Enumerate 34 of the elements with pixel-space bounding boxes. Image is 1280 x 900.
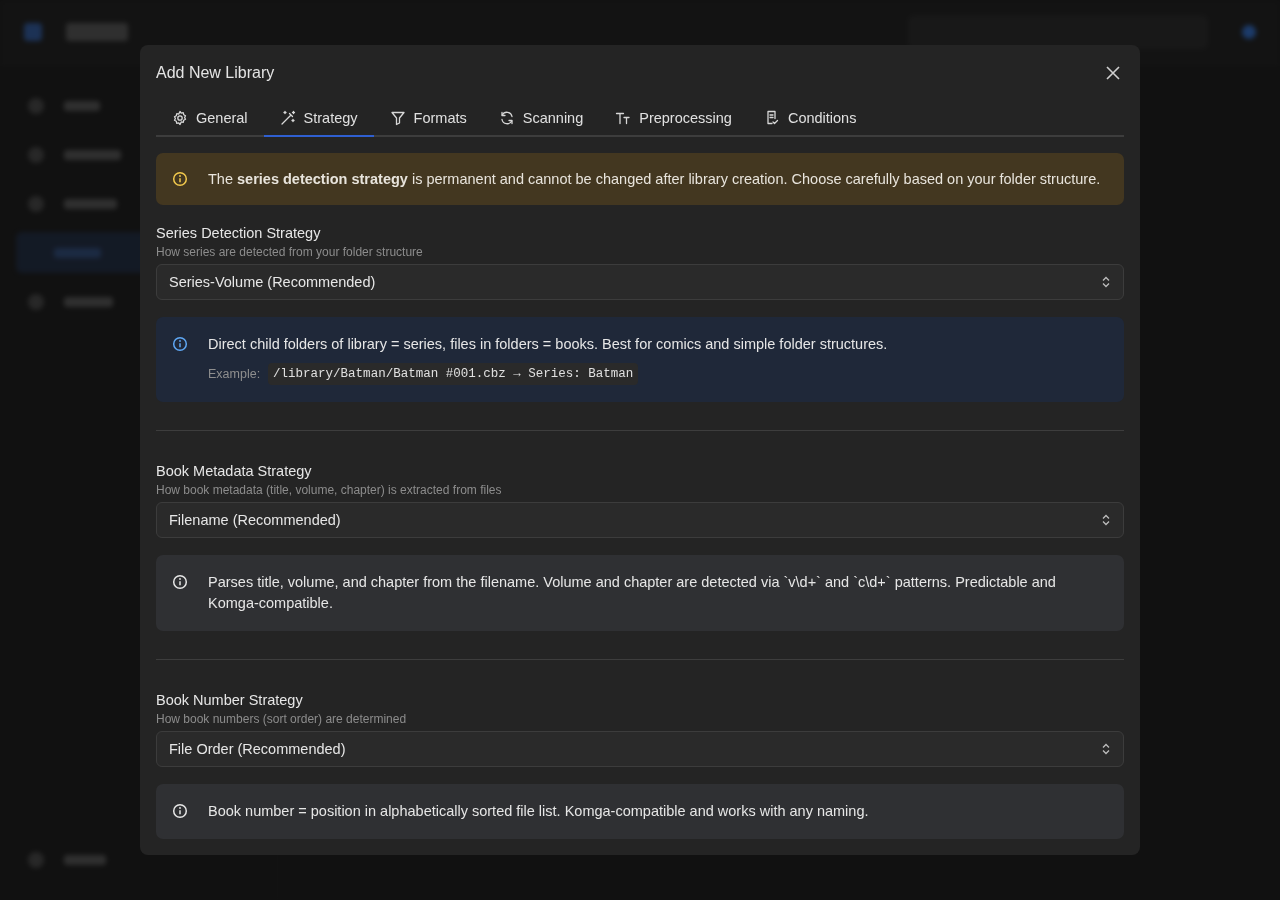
info-icon bbox=[172, 803, 188, 819]
tab[interactable]: Conditions bbox=[747, 103, 873, 137]
info-text: Parses title, volume, and chapter from the filename. Volume and chapter are detected via `v\d+` and `c\d+` patterns. Predictable and Komga-compatible. bbox=[208, 573, 1057, 613]
info-icon bbox=[172, 574, 188, 590]
tab[interactable]: General bbox=[156, 103, 264, 137]
filter-icon bbox=[389, 110, 406, 126]
example-label: Example: bbox=[208, 367, 261, 381]
text-size-icon bbox=[615, 110, 632, 126]
field-label: Book Number Strategy bbox=[156, 692, 304, 708]
info-icon bbox=[172, 336, 188, 352]
warning-text: The series detection strategy is permanent and cannot be changed after library creation. Choose carefully based on your folder structure. bbox=[208, 171, 1101, 187]
settings-icon bbox=[172, 110, 188, 126]
warning-icon bbox=[172, 171, 188, 187]
info-text: Book number = position in alphabetically sorted file list. Komga-compatible and works with any naming. bbox=[208, 802, 869, 821]
tab[interactable]: Scanning bbox=[482, 103, 600, 137]
refresh-icon bbox=[498, 110, 515, 126]
tab[interactable]: Preprocessing bbox=[599, 103, 748, 137]
strategy-select[interactable]: File Order (Recommended) bbox=[156, 731, 1124, 767]
example-code: /library/Batman/Batman #001.cbz → Series: Batman bbox=[268, 363, 639, 385]
chevron-up-down-icon bbox=[1101, 514, 1111, 526]
field-hint: How book numbers (sort order) are determined bbox=[156, 712, 408, 726]
chevron-up-down-icon bbox=[1101, 276, 1111, 288]
chevron-up-down-icon bbox=[1101, 743, 1111, 755]
field-label: Series Detection Strategy bbox=[156, 225, 322, 241]
tab[interactable]: Strategy bbox=[263, 103, 374, 137]
dialog-title: Add New Library bbox=[156, 64, 275, 82]
field-label: Book Metadata Strategy bbox=[156, 463, 313, 479]
field-hint: How series are detected from your folder structure bbox=[156, 245, 424, 259]
magic-wand-icon bbox=[279, 110, 296, 126]
strategy-select[interactable]: Filename (Recommended) bbox=[156, 502, 1124, 538]
field-hint: How book metadata (title, volume, chapter) is extracted from files bbox=[156, 483, 503, 497]
tab[interactable]: Formats bbox=[373, 103, 483, 137]
strategy-select[interactable]: Series-Volume (Recommended) bbox=[156, 264, 1124, 300]
info-text: Direct child folders of library = series, files in folders = books. Best for comics and simple folder structures. bbox=[208, 335, 888, 354]
